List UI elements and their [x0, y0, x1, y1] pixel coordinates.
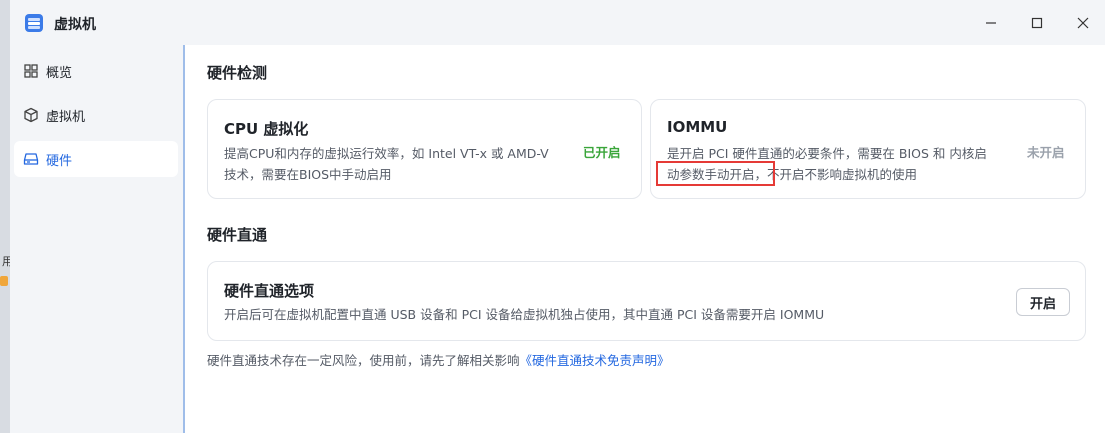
passthrough-heading: 硬件直通: [207, 226, 268, 244]
cpu-card-title: CPU 虚拟化: [224, 120, 309, 138]
cpu-desc-line-2: 技术，需要在BIOS中手动启用: [224, 167, 392, 182]
passthrough-option-title: 硬件直通选项: [224, 282, 315, 300]
iommu-card: IOMMU 是开启 PCI 硬件直通的必要条件，需要在 BIOS 和 内核启 动…: [650, 99, 1086, 199]
vm-app-icon: [25, 14, 43, 32]
background-warning-mark: [0, 276, 8, 286]
sidebar-item-label: 硬件: [46, 154, 73, 169]
sidebar-item-overview[interactable]: 概览: [14, 53, 178, 89]
minimize-button[interactable]: [978, 10, 1004, 36]
enable-passthrough-button[interactable]: 开启: [1016, 288, 1070, 316]
cpu-virtualization-card: CPU 虚拟化 提高CPU和内存的虚拟运行效率，如 Intel VT-x 或 A…: [207, 99, 642, 199]
vm-window: 虚拟机 概览 虚拟机 硬件 硬件检测 CPU 虚拟化 提高CPU和内存的虚拟运行…: [10, 0, 1105, 433]
hardware-check-heading: 硬件检测: [207, 64, 268, 82]
maximize-button[interactable]: [1024, 10, 1050, 36]
sidebar-item-label: 虚拟机: [46, 110, 86, 125]
maximize-icon: [1031, 17, 1043, 29]
sidebar-item-hardware[interactable]: 硬件: [14, 141, 178, 177]
cube-icon: [24, 107, 38, 123]
sidebar-item-label: 概览: [46, 66, 73, 81]
cpu-card-description: 提高CPU和内存的虚拟运行效率，如 Intel VT-x 或 AMD-V 技术，…: [224, 143, 584, 185]
iommu-card-title: IOMMU: [667, 118, 728, 136]
title-bar: 虚拟机: [10, 0, 1105, 45]
sidebar-item-vm[interactable]: 虚拟机: [14, 97, 178, 133]
cpu-desc-line-1: 提高CPU和内存的虚拟运行效率，如 Intel VT-x 或 AMD-V: [224, 146, 549, 161]
cpu-status-badge: 已开启: [583, 145, 621, 160]
minimize-icon: [986, 22, 996, 24]
close-icon: [1077, 17, 1089, 29]
iommu-status-badge: 未开启: [1027, 145, 1065, 160]
disclaimer-link[interactable]: 《硬件直通技术免责声明》: [520, 353, 670, 368]
background-window-edge: 用: [0, 0, 13, 433]
risk-footnote-text: 硬件直通技术存在一定风险，使用前，请先了解相关影响: [207, 353, 520, 368]
iommu-desc-rest: 不开启不影响虚拟机的使用: [767, 167, 918, 182]
drive-icon: [23, 153, 39, 165]
sidebar: 概览 虚拟机 硬件: [10, 45, 185, 433]
red-highlight-box: [656, 161, 775, 186]
passthrough-option-card: 硬件直通选项 开启后可在虚拟机配置中直通 USB 设备和 PCI 设备给虚拟机独…: [207, 261, 1086, 341]
window-title: 虚拟机: [54, 17, 96, 33]
grid-icon: [24, 64, 38, 78]
passthrough-option-description: 开启后可在虚拟机配置中直通 USB 设备和 PCI 设备给虚拟机独占使用，其中直…: [224, 307, 825, 322]
risk-footnote: 硬件直通技术存在一定风险，使用前，请先了解相关影响《硬件直通技术免责声明》: [207, 350, 670, 369]
close-button[interactable]: [1070, 10, 1096, 36]
